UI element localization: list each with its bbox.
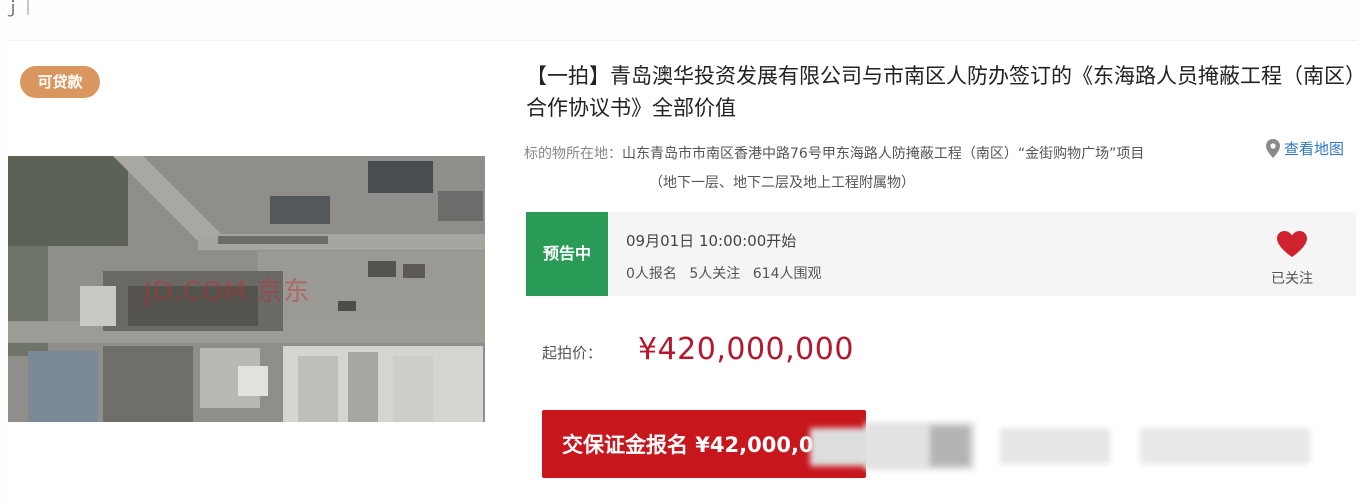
auction-stats: 0人报名 5人关注 614人围观 <box>626 263 829 283</box>
address-label: 标的物所在地： <box>524 146 622 162</box>
map-pin-icon <box>1266 139 1280 158</box>
view-map-label: 查看地图 <box>1284 140 1345 158</box>
follow-label: 已关注 <box>1271 271 1313 287</box>
top-edge-fragment: ｊ｜ <box>4 0 37 17</box>
preview-status-badge: 预告中 <box>526 212 608 296</box>
signup-count: 0人报名 <box>626 266 677 282</box>
blurred-region <box>810 418 1340 476</box>
follower-count: 5人关注 <box>689 266 741 282</box>
address-line-1: 山东青岛市市南区香港中路76号甲东海路人防掩蔽工程（南区）“金街购物广场”项目 <box>622 146 1145 162</box>
address-line-2: （地下一层、地下二层及地上工程附属物） <box>649 175 915 191</box>
auction-status-panel: 预告中 09月01日 10:00:00开始 0人报名 5人关注 614人围观 已… <box>526 212 1356 296</box>
property-address: 标的物所在地：山东青岛市市南区香港中路76号甲东海路人防掩蔽工程（南区）“金街购… <box>524 140 1264 198</box>
view-map-link[interactable]: 查看地图 <box>1266 138 1344 159</box>
viewer-count: 614人围观 <box>752 266 822 282</box>
starting-price-label: 起拍价： <box>542 344 603 362</box>
follow-button[interactable]: 已关注 <box>1261 230 1323 288</box>
starting-price-value: ¥420,000,000 <box>638 332 854 367</box>
loan-badge: 可贷款 <box>20 66 100 98</box>
auction-title[interactable]: 【一拍】青岛澳华投资发展有限公司与市南区人防办签订的《东海路人员掩蔽工程（南区）… <box>526 60 1356 124</box>
jd-watermark: JD.COM 京东 <box>144 277 311 307</box>
property-photo[interactable]: JD.COM 京东 <box>8 156 485 422</box>
start-time: 09月01日 10:00:00开始 <box>626 232 797 250</box>
heart-icon <box>1277 231 1307 257</box>
